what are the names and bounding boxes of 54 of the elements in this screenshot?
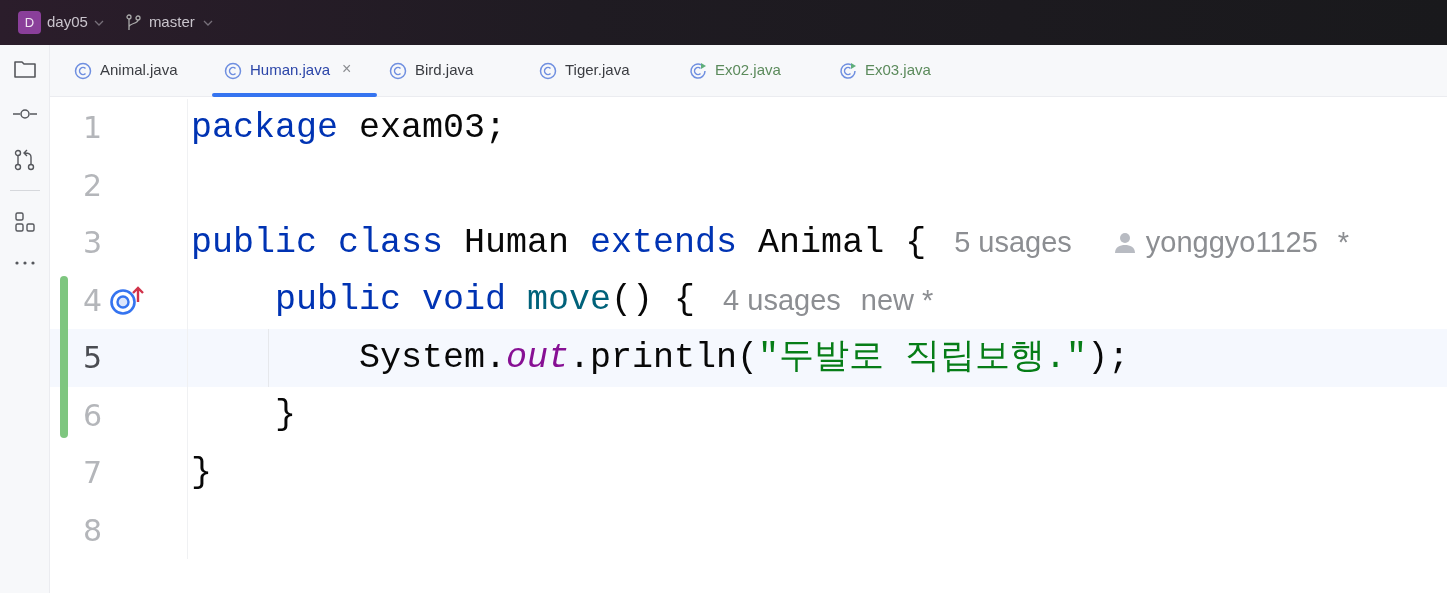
structure-icon[interactable] <box>13 211 36 233</box>
inlay-hint: * <box>1337 225 1350 260</box>
code-token: Animal { <box>757 221 927 265</box>
commit-icon[interactable] <box>11 109 38 119</box>
editor-tab[interactable]: Bird.java <box>377 45 527 96</box>
pull-request-icon[interactable] <box>13 149 36 171</box>
code-token: extends <box>590 221 738 265</box>
more-icon[interactable] <box>13 261 36 265</box>
change-marker[interactable] <box>60 275 68 329</box>
change-marker[interactable] <box>60 386 68 438</box>
editor-tab[interactable]: Ex03.java <box>827 45 977 96</box>
editor-tab[interactable]: Human.java × <box>212 45 377 96</box>
editor-tab[interactable]: Tiger.java <box>527 45 677 96</box>
line-number: 4 <box>81 281 102 320</box>
class-icon <box>539 61 557 80</box>
code-token: } <box>274 394 297 437</box>
code-token: package <box>191 106 339 150</box>
chevron-down-icon <box>202 19 213 26</box>
code-token: System. <box>358 336 507 380</box>
line-number: 1 <box>81 109 102 148</box>
folder-icon[interactable] <box>12 59 37 79</box>
line-number: 8 <box>81 511 102 550</box>
class-icon <box>224 61 242 80</box>
branch-icon <box>125 14 141 31</box>
project-selector[interactable]: D day05 <box>18 11 104 34</box>
project-badge: D <box>18 11 41 34</box>
class-icon <box>74 61 92 80</box>
code-token: public class <box>191 221 444 265</box>
code-token: "두발로 직립보행." <box>758 336 1088 380</box>
code-token: public void <box>274 279 508 322</box>
inlay-hint: new * <box>860 282 934 318</box>
code-token: out <box>506 336 570 380</box>
line-number: 2 <box>81 166 102 205</box>
class-icon <box>389 61 407 80</box>
chevron-down-icon <box>93 19 104 26</box>
line-number: 6 <box>81 396 102 435</box>
code-token: ); <box>1087 336 1130 380</box>
code-token: exam03; <box>358 106 507 150</box>
editor-tab[interactable]: Ex02.java <box>677 45 827 96</box>
runnable-class-icon <box>689 61 707 80</box>
line-number: 7 <box>81 454 102 493</box>
code-token: move <box>527 279 612 322</box>
person-icon <box>1113 231 1136 254</box>
runnable-class-icon <box>839 61 857 80</box>
branch-selector[interactable]: master <box>125 11 213 34</box>
inlay-hint: 4 usages <box>723 282 841 318</box>
line-number: 5 <box>81 339 102 378</box>
code-token: } <box>191 451 212 495</box>
inlay-hint: 5 usages <box>954 225 1072 260</box>
editor-tab[interactable]: Animal.java <box>62 45 212 96</box>
line-number: 3 <box>81 224 102 263</box>
code-token: Human <box>463 221 571 265</box>
code-token: () { <box>611 279 696 322</box>
code-token: .println( <box>569 336 759 380</box>
